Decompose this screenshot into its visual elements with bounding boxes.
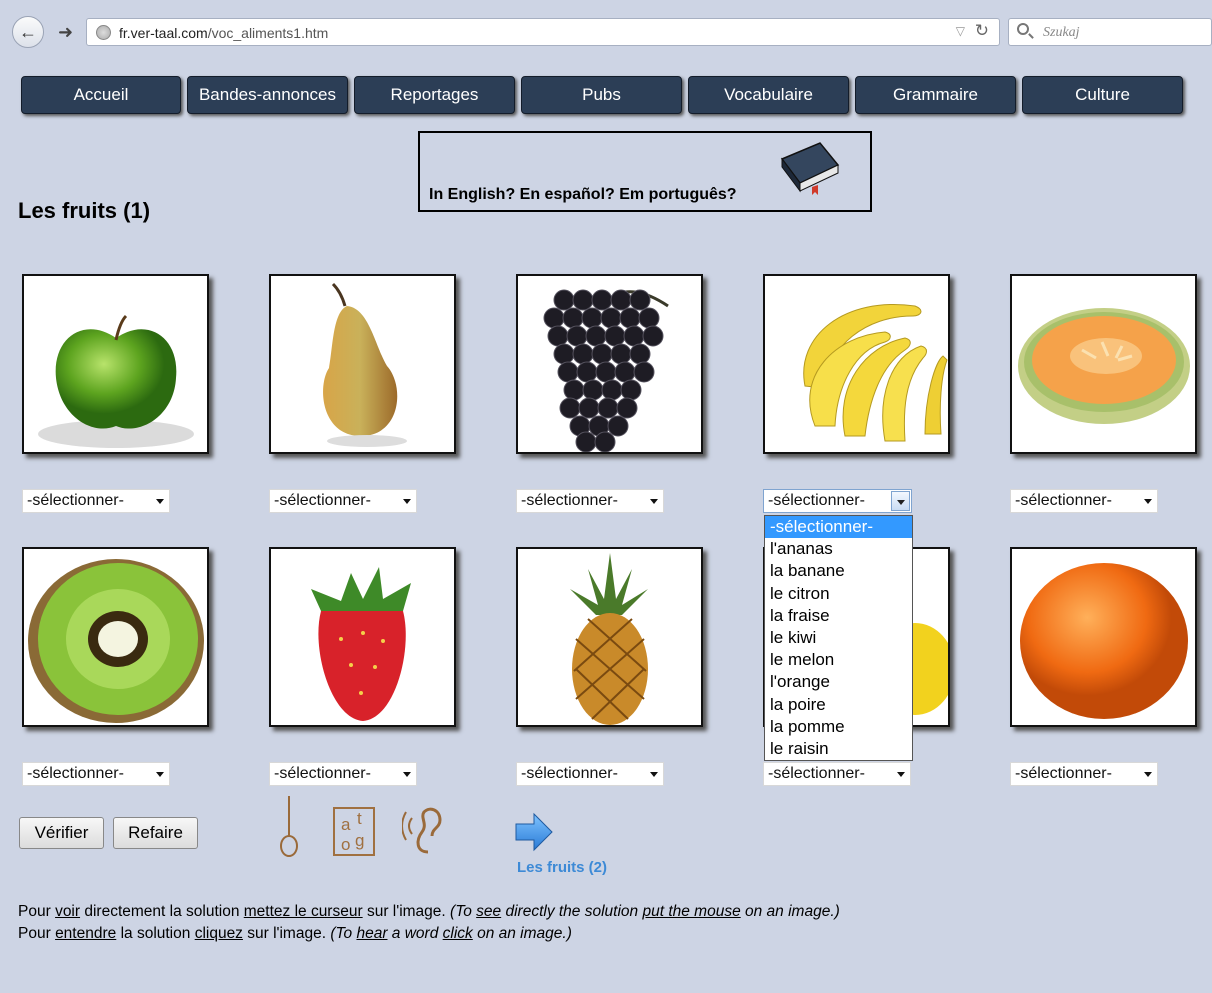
link-click[interactable]: click xyxy=(443,925,473,942)
dropdown-option[interactable]: la poire xyxy=(765,694,912,716)
dropdown-option[interactable]: l'orange xyxy=(765,671,912,693)
dropdown-option[interactable]: le kiwi xyxy=(765,627,912,649)
apple-image xyxy=(38,314,194,448)
arrow-left-icon: ← xyxy=(19,21,37,42)
fruit-card-kiwi[interactable] xyxy=(22,547,209,727)
next-page-link[interactable]: Les fruits (2) xyxy=(517,859,607,876)
fruit-select-2[interactable]: -sélectionner- xyxy=(269,489,417,513)
menu-pubs[interactable]: Pubs xyxy=(521,76,682,114)
back-button[interactable]: ← xyxy=(12,16,44,48)
redo-button[interactable]: Refaire xyxy=(113,817,198,849)
link-voir[interactable]: voir xyxy=(55,903,80,920)
page-title: Les fruits (1) xyxy=(18,198,151,223)
banner-text: In English? En español? Em português? xyxy=(429,186,737,203)
link-mouse[interactable]: put the mouse xyxy=(642,903,740,920)
link-cliquez[interactable]: cliquez xyxy=(195,925,243,942)
ear-icon[interactable] xyxy=(402,806,450,856)
fruit-select-1[interactable]: -sélectionner- xyxy=(22,489,170,513)
fruit-select-5[interactable]: -sélectionner- xyxy=(1010,489,1158,513)
fruit-select-4[interactable]: -sélectionner- xyxy=(763,489,912,513)
translation-banner[interactable]: In English? En español? Em português? xyxy=(418,131,872,212)
menu-reportages[interactable]: Reportages xyxy=(354,76,515,114)
menu-bandes-annonces[interactable]: Bandes-annonces xyxy=(187,76,348,114)
dropdown-option[interactable]: -sélectionner- xyxy=(765,516,912,539)
letters-icon[interactable]: a t o g xyxy=(333,807,375,856)
url-text: fr.ver-taal.com/voc_aliments1.htm xyxy=(119,25,329,41)
dropdown-option[interactable]: la banane xyxy=(765,560,912,582)
menu-label: Pubs xyxy=(582,85,621,104)
forward-button[interactable]: ➜ xyxy=(58,22,73,43)
menu-grammaire[interactable]: Grammaire xyxy=(855,76,1016,114)
verify-button[interactable]: Vérifier xyxy=(19,817,104,849)
link-hear[interactable]: hear xyxy=(356,925,387,942)
fruit-card-melon[interactable] xyxy=(1010,274,1197,454)
bananas-image xyxy=(803,304,948,442)
fruit-select-10[interactable]: -sélectionner- xyxy=(1010,762,1158,786)
link-curseur[interactable]: mettez le curseur xyxy=(244,903,363,920)
melon-image xyxy=(1018,308,1190,424)
fruit-card-pear[interactable] xyxy=(269,274,456,454)
orange-image xyxy=(1020,563,1188,719)
dropdown-icon[interactable]: ▽ xyxy=(956,24,965,38)
search-input[interactable]: Szukaj xyxy=(1008,18,1212,46)
dropdown-option[interactable]: le raisin xyxy=(765,738,912,760)
chevron-down-icon[interactable] xyxy=(891,491,910,511)
strawberry-image xyxy=(311,567,411,721)
fruit-select-9[interactable]: -sélectionner- xyxy=(763,762,911,786)
fruit-card-orange[interactable] xyxy=(1010,547,1197,727)
kiwi-image xyxy=(28,559,204,723)
hangman-icon[interactable] xyxy=(278,796,300,860)
menu-label: Bandes-annonces xyxy=(198,85,337,104)
fruit-select-6[interactable]: -sélectionner- xyxy=(22,762,170,786)
menu-label: Accueil xyxy=(73,85,129,104)
help-line-1: Pour voir directement la solution mettez… xyxy=(18,903,840,920)
reload-icon[interactable]: ↻ xyxy=(975,21,989,41)
dropdown-option[interactable]: la pomme xyxy=(765,716,912,738)
menu-label: Reportages xyxy=(390,85,479,104)
menu-label: Culture xyxy=(1075,85,1130,104)
menu-culture[interactable]: Culture xyxy=(1022,76,1183,114)
arrow-right-icon[interactable] xyxy=(514,812,554,852)
dropdown-option[interactable]: l'ananas xyxy=(765,538,912,560)
help-line-2: Pour entendre la solution cliquez sur l'… xyxy=(18,925,572,942)
menu-accueil[interactable]: Accueil xyxy=(21,76,181,114)
dropdown-option[interactable]: le citron xyxy=(765,583,912,605)
book-icon xyxy=(780,142,840,195)
fruit-select-8[interactable]: -sélectionner- xyxy=(516,762,664,786)
fruit-card-apple[interactable] xyxy=(22,274,209,454)
dropdown-option[interactable]: le melon xyxy=(765,649,912,671)
browser-toolbar: ← ➜ fr.ver-taal.com/voc_aliments1.htm ▽ … xyxy=(0,0,1212,58)
fruit-select-3[interactable]: -sélectionner- xyxy=(516,489,664,513)
pear-image xyxy=(323,282,407,447)
fruit-card-bananas[interactable] xyxy=(763,274,950,454)
grapes-image xyxy=(543,289,669,452)
menu-label: Grammaire xyxy=(892,85,978,104)
fruit-card-grapes[interactable] xyxy=(516,274,703,454)
link-see[interactable]: see xyxy=(476,903,501,920)
menu-label: Vocabulaire xyxy=(724,85,813,104)
address-bar[interactable]: fr.ver-taal.com/voc_aliments1.htm ▽ ↻ xyxy=(86,18,1000,46)
fruit-card-strawberry[interactable] xyxy=(269,547,456,727)
dropdown-list[interactable]: -sélectionner- l'ananas la banane le cit… xyxy=(764,515,913,761)
search-placeholder: Szukaj xyxy=(1043,25,1080,40)
search-icon xyxy=(1017,23,1029,35)
fruit-card-pineapple[interactable] xyxy=(516,547,703,727)
fruit-select-7[interactable]: -sélectionner- xyxy=(269,762,417,786)
pineapple-image xyxy=(570,553,648,725)
globe-icon xyxy=(96,25,111,40)
dropdown-option[interactable]: la fraise xyxy=(765,605,912,627)
menu-vocabulaire[interactable]: Vocabulaire xyxy=(688,76,849,114)
link-entendre[interactable]: entendre xyxy=(55,925,116,942)
arrow-right-icon: ➜ xyxy=(58,22,74,42)
